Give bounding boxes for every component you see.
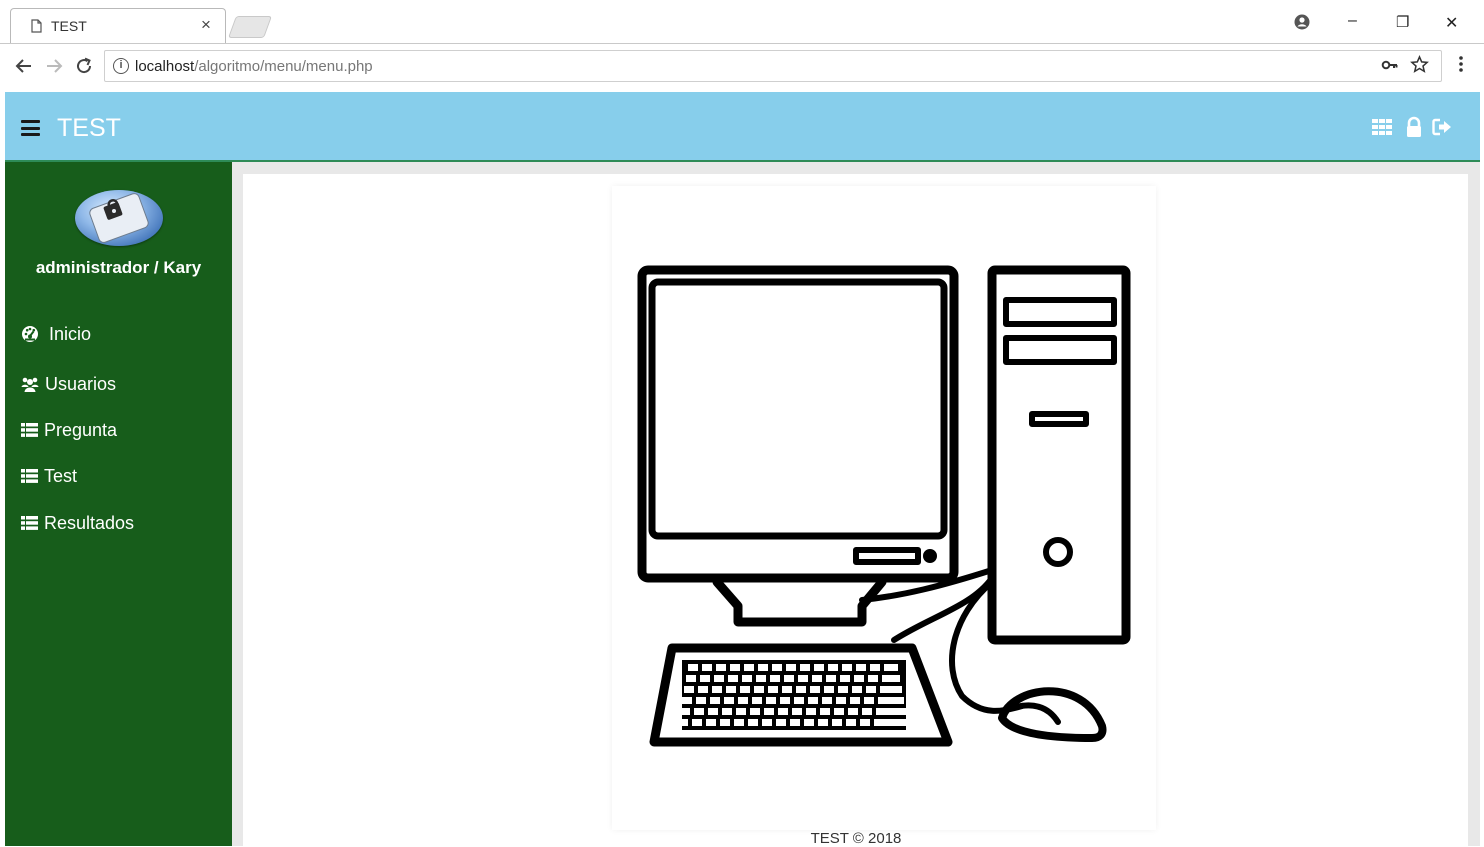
sidebar: administrador / Kary Inicio Usuarios Pre… <box>5 162 232 846</box>
list-icon <box>21 516 38 530</box>
computer-illustration <box>637 265 1131 747</box>
sidebar-item-label: Test <box>44 465 78 486</box>
browser-tabstrip: TEST × – ❐ ✕ <box>0 0 1484 44</box>
tab-close-icon[interactable]: × <box>201 15 211 35</box>
hamburger-menu-icon[interactable] <box>21 120 40 136</box>
bookmark-star-icon[interactable] <box>1410 55 1429 74</box>
info-icon[interactable]: i <box>113 58 129 74</box>
minimize-button[interactable]: – <box>1348 12 1357 30</box>
url-text: localhost/algoritmo/menu/menu.php <box>135 58 373 75</box>
sidebar-item-label: Pregunta <box>44 419 118 440</box>
grid-icon[interactable] <box>1371 116 1393 138</box>
sidebar-item-label: Usuarios <box>45 373 117 394</box>
sidebar-item-pregunta[interactable]: Pregunta <box>21 417 117 443</box>
restore-button[interactable]: ❐ <box>1396 13 1409 31</box>
back-arrow-icon[interactable] <box>14 56 34 76</box>
sidebar-item-resultados[interactable]: Resultados <box>21 510 134 536</box>
browser-toolbar: i localhost/algoritmo/menu/menu.php <box>0 44 1484 90</box>
browser-menu-icon[interactable] <box>1456 54 1466 74</box>
browser-tab[interactable]: TEST × <box>10 8 226 44</box>
users-icon <box>21 377 39 392</box>
app-title[interactable]: TEST <box>57 114 121 143</box>
tab-title: TEST <box>51 18 87 34</box>
document-icon <box>31 19 42 33</box>
list-icon <box>21 423 38 437</box>
sidebar-item-inicio[interactable]: Inicio <box>21 321 91 347</box>
forward-arrow-icon[interactable] <box>44 56 64 76</box>
reload-icon[interactable] <box>74 56 94 76</box>
user-avatar[interactable] <box>75 190 163 246</box>
app-header: TEST <box>5 92 1480 162</box>
list-icon <box>21 469 38 483</box>
close-window-button[interactable]: ✕ <box>1445 13 1458 33</box>
new-tab-button[interactable] <box>227 16 273 38</box>
profile-icon[interactable] <box>1294 14 1310 30</box>
password-key-icon <box>89 193 149 243</box>
sidebar-item-label: Inicio <box>49 323 92 344</box>
illustration-card <box>612 186 1156 830</box>
address-bar[interactable]: i localhost/algoritmo/menu/menu.php <box>104 50 1442 82</box>
sidebar-item-label: Resultados <box>44 512 135 533</box>
dashboard-icon <box>22 326 38 342</box>
sidebar-item-test[interactable]: Test <box>21 463 77 489</box>
lock-icon[interactable] <box>1403 116 1425 138</box>
key-icon[interactable] <box>1381 56 1399 74</box>
sidebar-item-usuarios[interactable]: Usuarios <box>21 371 116 397</box>
sign-out-icon[interactable] <box>1431 116 1453 138</box>
footer-copyright: TEST © 2018 <box>810 830 902 847</box>
user-name: administrador / Kary <box>35 258 202 277</box>
